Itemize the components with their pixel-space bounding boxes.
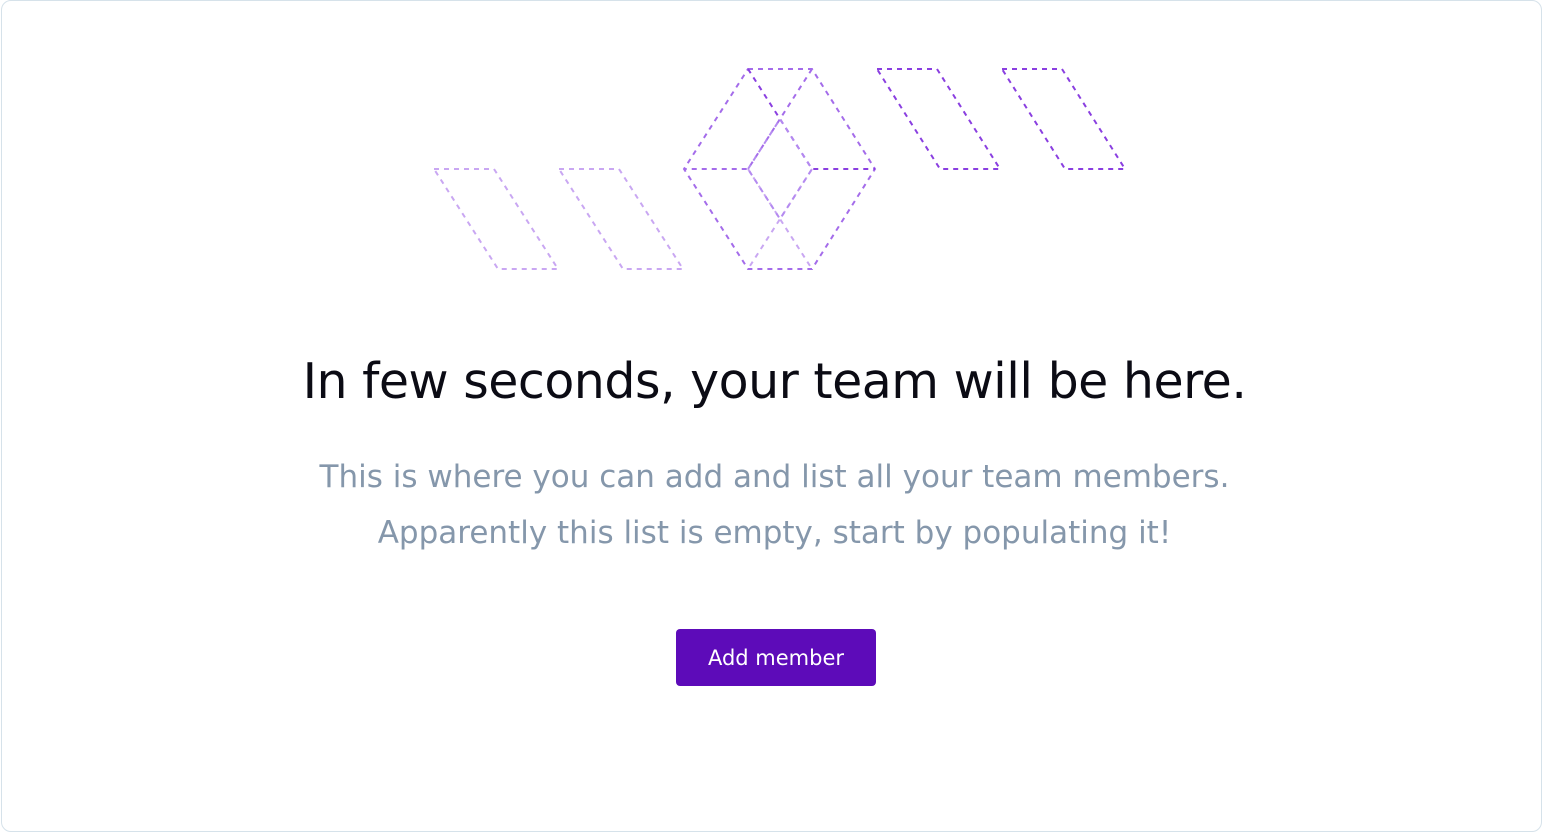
description-line-2: Apparently this list is empty, start by … (377, 515, 1172, 551)
empty-state-card: In few seconds, your team will be here. … (1, 0, 1542, 832)
illustration-shape-left-1 (432, 168, 560, 270)
illustration-shape-left-2 (557, 168, 685, 270)
illustration-cube-edge-1 (747, 68, 875, 170)
illustration-shape-right-2 (1000, 68, 1127, 170)
empty-state-title: In few seconds, your team will be here. (302, 353, 1247, 410)
team-illustration (432, 68, 1127, 270)
illustration-cube-edge-5 (747, 117, 814, 221)
empty-state-description: This is where you can add and list all y… (2, 449, 1545, 561)
description-line-1: This is where you can add and list all y… (319, 459, 1230, 495)
add-member-button[interactable]: Add member (676, 629, 876, 686)
illustration-cube-edge-2 (684, 68, 813, 170)
illustration-shape-right-1 (875, 68, 1002, 170)
